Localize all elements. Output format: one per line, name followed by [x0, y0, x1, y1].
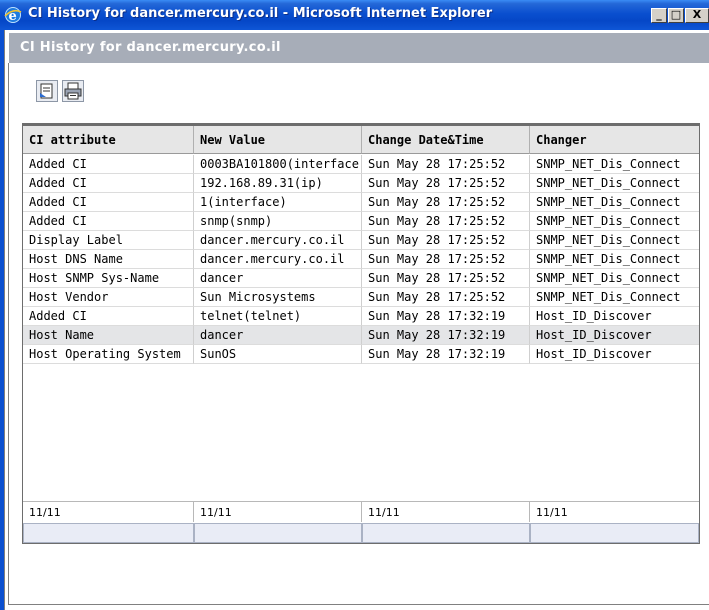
table-row[interactable]: Added CI 1(interface) Sun May 28 17:25:52 S…	[23, 193, 699, 212]
column-header-change-date[interactable]: Change Date&Time	[362, 126, 530, 154]
filter-input-ci-attribute[interactable]	[23, 523, 194, 543]
cell-change-date: Sun May 28 17:32:19	[362, 307, 530, 326]
cell-ci-attribute: Added CI	[23, 174, 194, 193]
cell-changer: SNMP_NET_Dis_Connect	[530, 288, 699, 307]
footer-count-new-value: 11/11	[194, 501, 362, 522]
print-icon	[64, 82, 82, 100]
cell-change-date: Sun May 28 17:25:52	[362, 155, 530, 174]
cell-new-value: SunOS	[194, 345, 362, 364]
cell-changer: SNMP_NET_Dis_Connect	[530, 193, 699, 212]
cell-new-value: dancer.mercury.co.il	[194, 250, 362, 269]
cell-changer: Host_ID_Discover	[530, 307, 699, 326]
grid-footer: 11/11 11/11 11/11 11/11	[23, 501, 699, 522]
cell-change-date: Sun May 28 17:25:52	[362, 288, 530, 307]
table-row[interactable]: Host DNS Name dancer.mercury.co.il Sun May…	[23, 250, 699, 269]
internet-explorer-icon: e	[4, 7, 22, 24]
maximize-button[interactable]: □	[668, 8, 684, 23]
cell-ci-attribute: Added CI	[23, 155, 194, 174]
print-button[interactable]	[62, 80, 84, 102]
cell-new-value: 1(interface)	[194, 193, 362, 212]
content-border-left	[8, 63, 9, 604]
cell-changer: SNMP_NET_Dis_Connect	[530, 250, 699, 269]
cell-ci-attribute: Host DNS Name	[23, 250, 194, 269]
table-row[interactable]: Display Label dancer.mercury.co.il Sun May…	[23, 231, 699, 250]
close-button[interactable]: X	[685, 8, 709, 23]
cell-new-value: telnet(telnet)	[194, 307, 362, 326]
table-row[interactable]: Added CI 0003BA101800(interface) Sun May 2…	[23, 155, 699, 174]
window-titlebar[interactable]: e CI History for dancer.mercury.co.il - …	[0, 0, 709, 30]
column-header-new-value[interactable]: New Value	[194, 126, 362, 154]
table-row[interactable]: Added CI 192.168.89.31(ip) Sun May 28 17:2…	[23, 174, 699, 193]
table-row[interactable]: Host Operating System SunOS Sun May 28 17:…	[23, 345, 699, 364]
cell-change-date: Sun May 28 17:25:52	[362, 250, 530, 269]
cell-changer: SNMP_NET_Dis_Connect	[530, 174, 699, 193]
cell-changer: Host_ID_Discover	[530, 345, 699, 364]
cell-change-date: Sun May 28 17:25:52	[362, 231, 530, 250]
table-row[interactable]: Host SNMP Sys-Name dancer Sun May 28 17:25…	[23, 269, 699, 288]
column-header-ci-attribute[interactable]: CI attribute	[23, 126, 194, 154]
table-row[interactable]: Host Name dancer Sun May 28 17:32:19 Host_I…	[23, 326, 699, 345]
cell-ci-attribute: Added CI	[23, 212, 194, 231]
cell-new-value: dancer	[194, 326, 362, 345]
footer-count-change-date: 11/11	[362, 501, 530, 522]
cell-change-date: Sun May 28 17:25:52	[362, 193, 530, 212]
cell-changer: Host_ID_Discover	[530, 326, 699, 345]
footer-count-ci-attribute: 11/11	[23, 501, 194, 522]
filter-input-new-value[interactable]	[194, 523, 362, 543]
table-row[interactable]: Host Vendor Sun Microsystems Sun May 28 17…	[23, 288, 699, 307]
cell-ci-attribute: Added CI	[23, 193, 194, 212]
cell-change-date: Sun May 28 17:32:19	[362, 326, 530, 345]
page-title: CI History for dancer.mercury.co.il	[20, 40, 281, 55]
cell-new-value: snmp(snmp)	[194, 212, 362, 231]
cell-ci-attribute: Host Operating System	[23, 345, 194, 364]
cell-changer: SNMP_NET_Dis_Connect	[530, 231, 699, 250]
minimize-button[interactable]: _	[651, 8, 667, 23]
cell-change-date: Sun May 28 17:25:52	[362, 174, 530, 193]
cell-changer: SNMP_NET_Dis_Connect	[530, 155, 699, 174]
cell-change-date: Sun May 28 17:32:19	[362, 345, 530, 364]
cell-new-value: 0003BA101800(interface)	[194, 155, 362, 174]
cell-ci-attribute: Host SNMP Sys-Name	[23, 269, 194, 288]
cell-change-date: Sun May 28 17:25:52	[362, 269, 530, 288]
cell-new-value: Sun Microsystems	[194, 288, 362, 307]
table-row[interactable]: Added CI snmp(snmp) Sun May 28 17:25:52 SNM…	[23, 212, 699, 231]
cell-ci-attribute: Added CI	[23, 307, 194, 326]
cell-ci-attribute: Host Name	[23, 326, 194, 345]
cell-changer: SNMP_NET_Dis_Connect	[530, 212, 699, 231]
cell-change-date: Sun May 28 17:25:52	[362, 212, 530, 231]
table-row[interactable]: Added CI telnet(telnet) Sun May 28 17:32:1…	[23, 307, 699, 326]
content-border-bottom	[8, 604, 709, 605]
footer-count-changer: 11/11	[530, 501, 699, 522]
export-button[interactable]	[36, 80, 58, 102]
cell-changer: SNMP_NET_Dis_Connect	[530, 269, 699, 288]
cell-new-value: dancer.mercury.co.il	[194, 231, 362, 250]
grid-filter-row	[23, 523, 699, 543]
cell-ci-attribute: Display Label	[23, 231, 194, 250]
cell-ci-attribute: Host Vendor	[23, 288, 194, 307]
export-icon	[40, 83, 53, 99]
column-header-changer[interactable]: Changer	[530, 126, 699, 154]
filter-input-changer[interactable]	[530, 523, 699, 543]
filter-input-change-date[interactable]	[362, 523, 530, 543]
cell-new-value: 192.168.89.31(ip)	[194, 174, 362, 193]
cell-new-value: dancer	[194, 269, 362, 288]
window-title: CI History for dancer.mercury.co.il - Mi…	[28, 6, 493, 21]
